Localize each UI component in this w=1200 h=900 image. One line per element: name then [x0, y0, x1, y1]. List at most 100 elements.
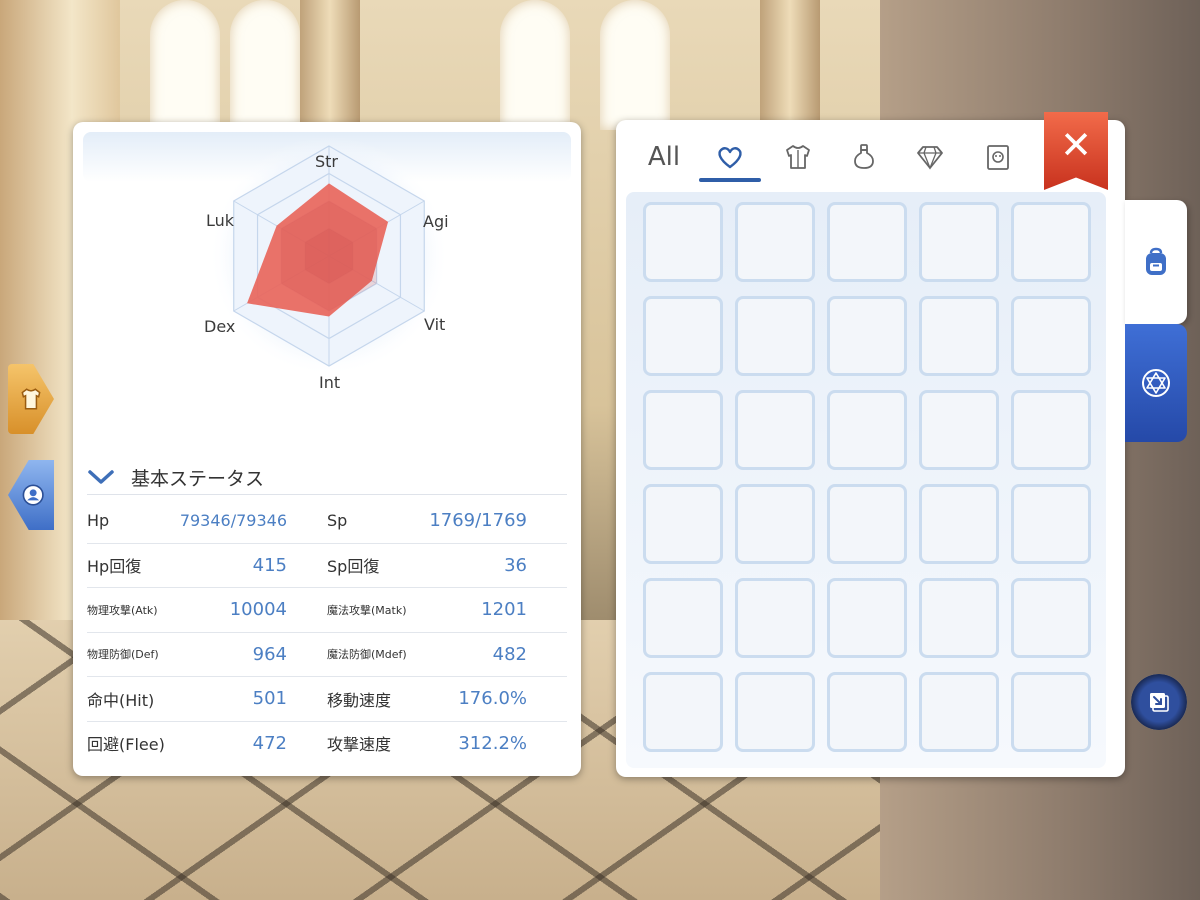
stat-value: 10004 [229, 599, 287, 621]
stat-value: 472 [252, 732, 287, 754]
diamond-icon [917, 146, 943, 170]
stat-label: Hp回復 [87, 557, 142, 577]
stats-row: Hp回復 415 Sp回復 36 [87, 544, 567, 588]
inventory-slot[interactable] [735, 390, 815, 470]
stat-label: 攻撃速度 [327, 735, 392, 755]
background-arch [500, 0, 570, 130]
inventory-slot[interactable] [735, 484, 815, 564]
stats-row: 回避(Flee) 472 攻撃速度 312.2% [87, 722, 567, 766]
stat-label: 回避(Flee) [87, 735, 165, 755]
shirt-icon [786, 145, 810, 169]
stats-row: 命中(Hit) 501 移動速度 176.0% [87, 677, 567, 722]
inventory-slot[interactable] [919, 672, 999, 752]
attribute-radar-chart: Str Agi Vit Int Dex Luk [73, 122, 581, 442]
close-button[interactable]: ✕ [1044, 112, 1108, 190]
inventory-slot[interactable] [919, 202, 999, 282]
stat-value: 501 [252, 688, 287, 710]
basic-status-section-header[interactable]: 基本ステータス [87, 460, 567, 495]
inventory-grid [626, 192, 1106, 768]
tab-equipment[interactable] [770, 134, 826, 180]
inventory-slot[interactable] [919, 296, 999, 376]
inventory-slot[interactable] [827, 484, 907, 564]
stat-label: Sp回復 [327, 557, 380, 577]
backpack-icon [1146, 247, 1166, 275]
corner-action-button[interactable] [1131, 674, 1187, 730]
inventory-slot[interactable] [1011, 390, 1091, 470]
section-title: 基本ステータス [131, 467, 265, 490]
inventory-panel: All ✕ [616, 112, 1125, 777]
card-icon [987, 145, 1009, 170]
stats-table: Hp 79346/79346 Sp 1769/1769 Hp回復 415 Sp回復 36… [87, 499, 567, 765]
inventory-slot[interactable] [1011, 296, 1091, 376]
background-arch [230, 0, 300, 130]
radar-label-agi: Agi [423, 212, 449, 231]
radar-label-dex: Dex [204, 317, 236, 336]
inventory-slot[interactable] [643, 296, 723, 376]
inventory-slot[interactable] [643, 578, 723, 658]
inventory-slot[interactable] [919, 390, 999, 470]
inventory-slot[interactable] [1011, 672, 1091, 752]
tab-all[interactable]: All [636, 134, 692, 180]
inventory-slot[interactable] [827, 202, 907, 282]
inventory-slot[interactable] [919, 578, 999, 658]
inventory-slot[interactable] [735, 672, 815, 752]
tab-bag[interactable] [1125, 200, 1187, 324]
stat-value: 482 [492, 643, 527, 665]
avatar-icon [22, 484, 44, 506]
stat-value: 1769/1769 [429, 510, 527, 532]
inventory-tab-bar: All [636, 134, 1056, 186]
tab-gem[interactable] [902, 134, 958, 180]
stats-row: 物理防御(Def) 964 魔法防御(Mdef) 482 [87, 633, 567, 677]
background-arch [600, 0, 670, 130]
stat-value: 312.2% [458, 732, 527, 754]
tab-skill[interactable] [1125, 324, 1187, 442]
heart-icon [718, 147, 742, 169]
stat-label: 魔法防御(Mdef) [327, 648, 407, 662]
stat-value: 176.0% [458, 688, 527, 710]
inventory-slot[interactable] [735, 202, 815, 282]
inventory-slot[interactable] [735, 296, 815, 376]
inventory-slot[interactable] [643, 390, 723, 470]
inventory-slot[interactable] [827, 672, 907, 752]
stats-row: 物理攻撃(Atk) 10004 魔法攻撃(Matk) 1201 [87, 588, 567, 633]
inventory-slot[interactable] [643, 484, 723, 564]
status-panel: Str Agi Vit Int Dex Luk 基本ステータス Hp 79346/… [73, 122, 581, 776]
export-icon [1150, 693, 1169, 712]
stat-label: 移動速度 [327, 690, 392, 710]
radar-label-int: Int [319, 373, 341, 392]
tab-favorite[interactable] [699, 134, 761, 182]
stat-label: 物理攻撃(Atk) [87, 603, 158, 617]
radar-label-vit: Vit [424, 315, 446, 334]
tab-card[interactable] [970, 134, 1026, 180]
radar-label-luk: Luk [206, 211, 235, 230]
stat-label: 命中(Hit) [87, 690, 155, 710]
stats-row: Hp 79346/79346 Sp 1769/1769 [87, 499, 567, 544]
stat-label: 物理防御(Def) [87, 648, 159, 662]
stat-value: 1201 [481, 599, 527, 621]
inventory-slot[interactable] [919, 484, 999, 564]
inventory-slot[interactable] [643, 672, 723, 752]
inventory-slot[interactable] [827, 296, 907, 376]
inventory-slot[interactable] [1011, 578, 1091, 658]
stat-value: 36 [504, 554, 527, 576]
inventory-slot[interactable] [735, 578, 815, 658]
inventory-slot[interactable] [827, 578, 907, 658]
stat-label: 魔法攻撃(Matk) [327, 603, 407, 617]
inventory-slot[interactable] [827, 390, 907, 470]
close-icon: ✕ [1060, 123, 1092, 167]
stat-label: Hp [87, 511, 110, 531]
hexagram-icon [1142, 369, 1170, 397]
stat-value: 415 [252, 554, 287, 576]
tab-all-label: All [647, 142, 681, 172]
inventory-slot[interactable] [643, 202, 723, 282]
shirt-icon [21, 388, 41, 410]
inventory-slot[interactable] [1011, 202, 1091, 282]
background-arch [150, 0, 220, 130]
radar-label-str: Str [315, 152, 339, 171]
stat-value: 79346/79346 [179, 511, 287, 531]
chevron-down-icon [88, 470, 114, 484]
stat-label: Sp [327, 511, 348, 531]
potion-icon [854, 144, 874, 169]
tab-consumable[interactable] [836, 134, 892, 180]
inventory-slot[interactable] [1011, 484, 1091, 564]
